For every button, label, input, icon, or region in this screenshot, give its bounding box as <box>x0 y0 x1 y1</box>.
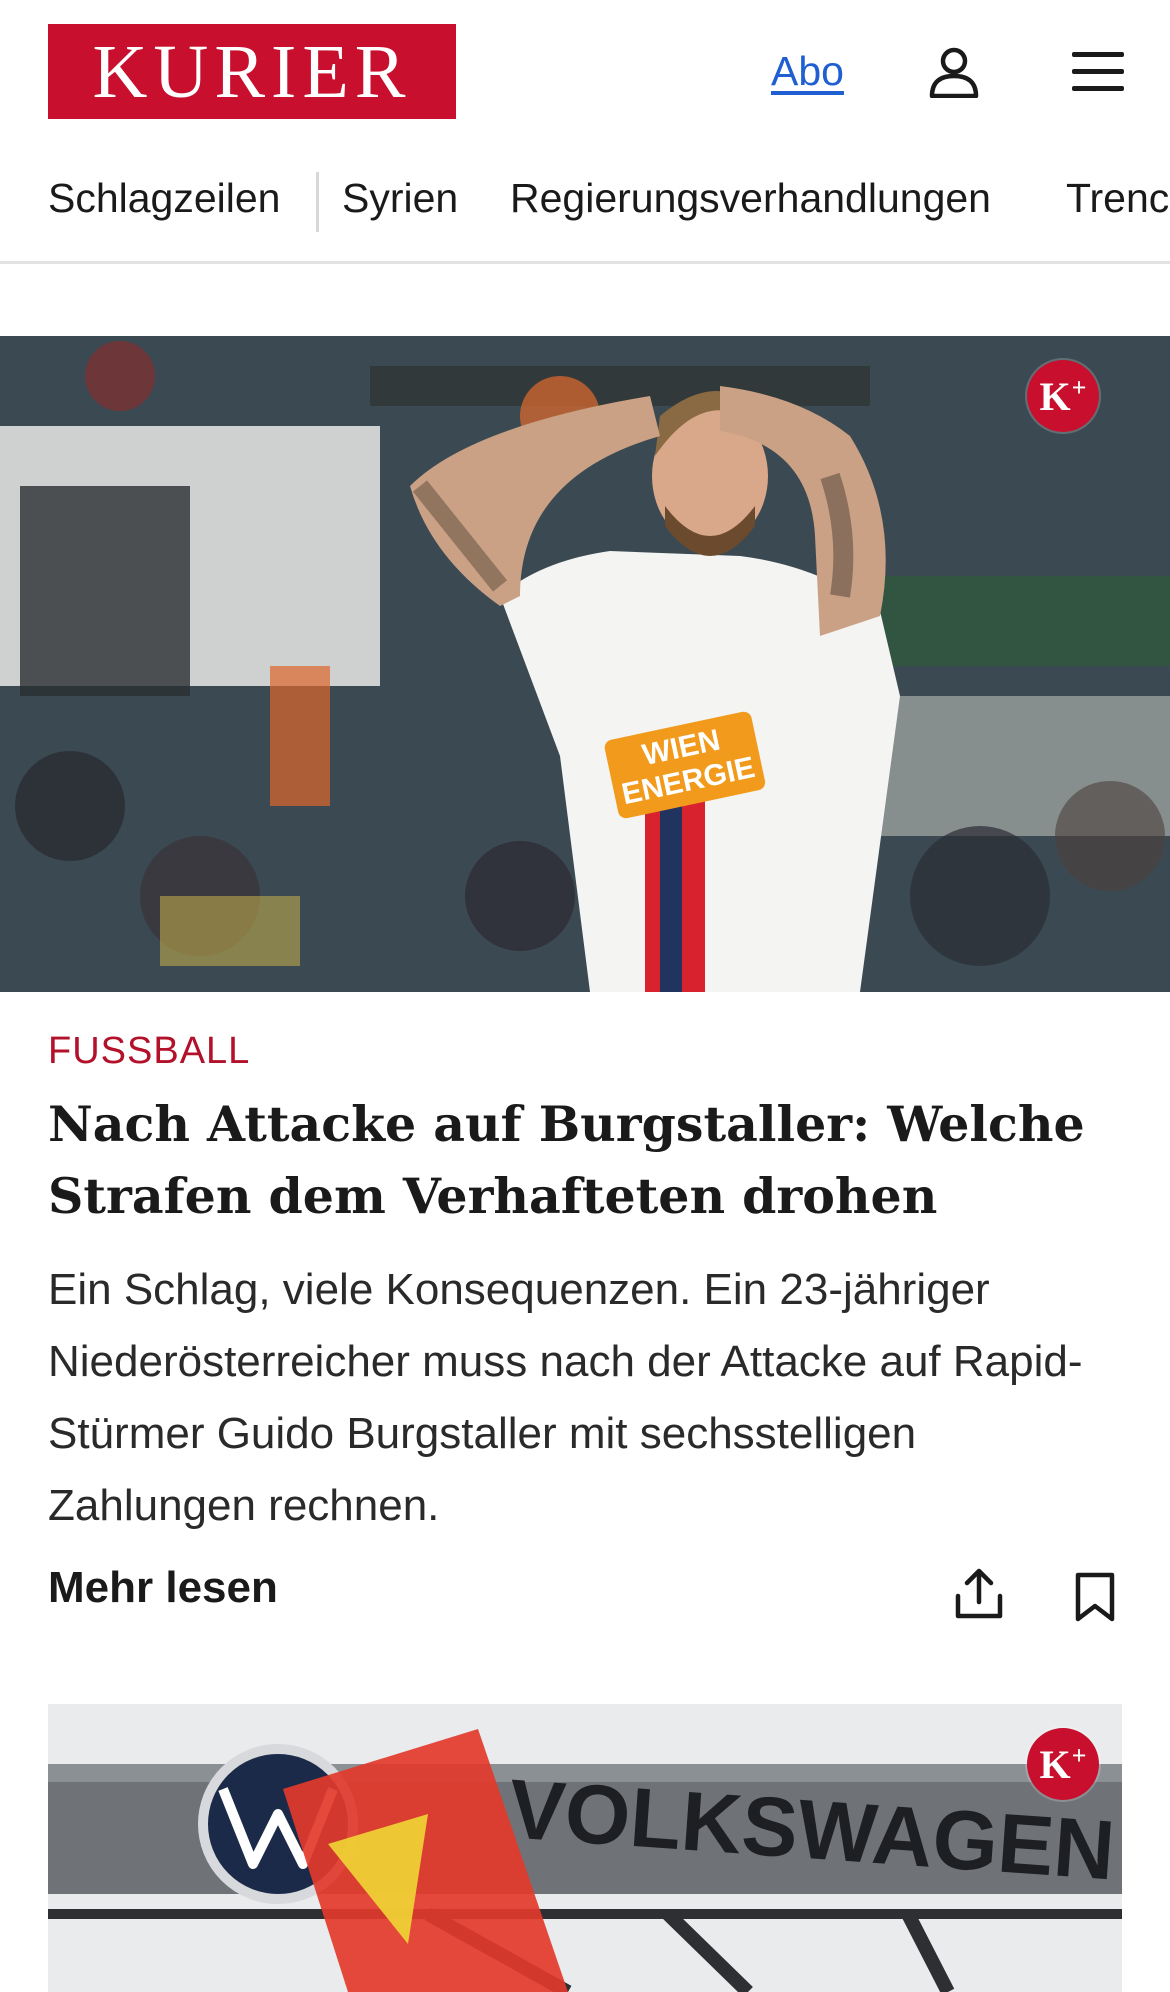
topic-nav: Schlagzeilen Syrien Regierungsverhandlun… <box>0 145 1170 264</box>
article-image-2[interactable]: VOLKSWAGEN K + <box>48 1704 1122 1992</box>
article-headline[interactable]: Nach Attacke auf Burgstaller: Welche Str… <box>48 1088 1118 1232</box>
abo-link[interactable]: Abo <box>771 48 844 95</box>
nav-divider <box>316 172 319 232</box>
nav-item-trends[interactable]: Trenc <box>1066 175 1169 222</box>
article-teaser[interactable]: Ein Schlag, viele Konsequenzen. Ein 23-j… <box>48 1254 1128 1542</box>
nav-item-syrien[interactable]: Syrien <box>342 175 458 222</box>
share-icon[interactable] <box>954 1566 1004 1620</box>
premium-badge: K + <box>1027 360 1099 432</box>
site-header: KURIER Abo <box>0 0 1170 145</box>
nav-item-schlagzeilen[interactable]: Schlagzeilen <box>48 175 281 222</box>
hamburger-menu-icon[interactable] <box>1070 50 1126 94</box>
read-more-link[interactable]: Mehr lesen <box>48 1563 278 1613</box>
bookmark-icon[interactable] <box>1074 1572 1116 1622</box>
article-image[interactable]: WIEN ENERGIE K + <box>0 336 1170 992</box>
nav-item-regierungsverhandlungen[interactable]: Regierungsverhandlungen <box>510 175 991 222</box>
volkswagen-sign-photo: VOLKSWAGEN <box>48 1704 1122 1992</box>
premium-badge-2: K + <box>1027 1728 1099 1800</box>
kurier-logo[interactable]: KURIER <box>48 24 456 119</box>
football-player-photo: WIEN ENERGIE <box>0 336 1170 992</box>
user-icon[interactable] <box>928 46 980 98</box>
article-category[interactable]: FUSSBALL <box>48 1030 250 1073</box>
